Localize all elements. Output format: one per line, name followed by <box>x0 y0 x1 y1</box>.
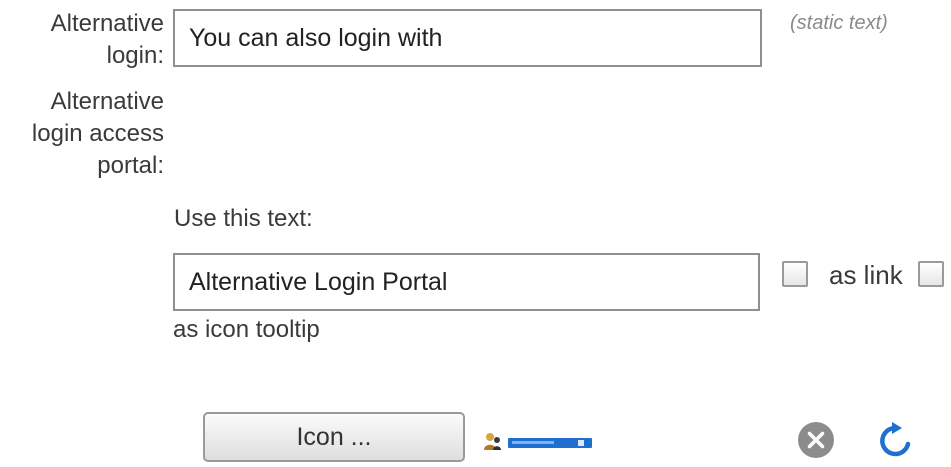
use-this-text-label: Use this text: <box>174 205 313 232</box>
alternative-login-input[interactable] <box>173 9 762 67</box>
alternative-login-label: Alternative login: <box>50 10 164 69</box>
x-circle-icon[interactable] <box>797 421 835 459</box>
alternative-login-portal-label: Alternative login access portal: <box>31 88 164 179</box>
as-link-label: as link <box>829 260 903 290</box>
as-link-checkbox[interactable] <box>782 261 808 287</box>
as-icon-tooltip-checkbox[interactable] <box>918 261 944 287</box>
icon-select-button[interactable]: Icon ... <box>203 412 465 462</box>
refresh-icon[interactable] <box>874 419 918 463</box>
user-login-banner-icon <box>484 433 592 450</box>
as-icon-tooltip-label: as icon tooltip <box>173 316 320 343</box>
portal-text-input[interactable] <box>173 253 760 311</box>
static-text-hint: (static text) <box>790 12 888 34</box>
